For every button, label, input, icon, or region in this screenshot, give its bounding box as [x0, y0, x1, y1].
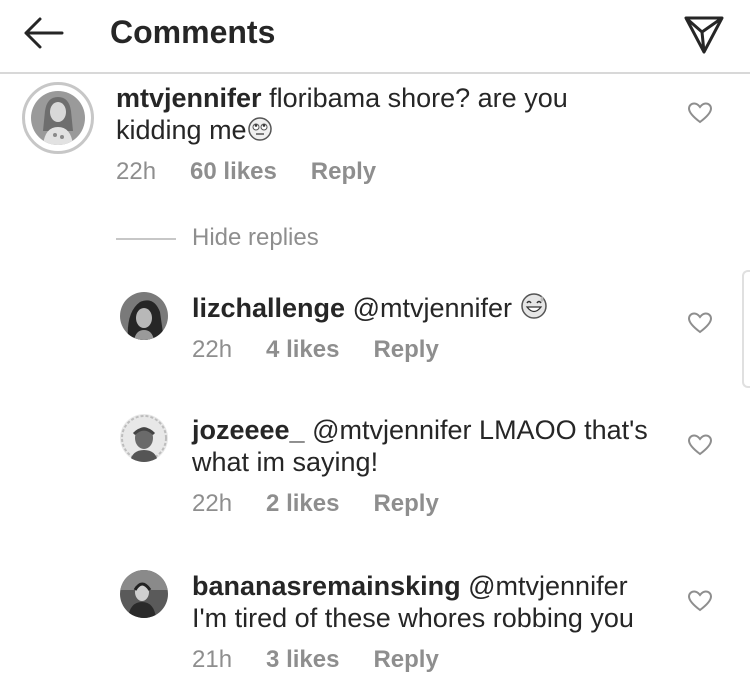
comment-username[interactable]: lizchallenge — [192, 293, 345, 323]
avatar[interactable] — [120, 414, 168, 462]
heart-outline-icon[interactable] — [688, 590, 712, 612]
comment-text: bananasremainsking @mtvjennifer I'm tire… — [192, 570, 672, 634]
comment-meta: 22h 60 likes Reply — [116, 158, 410, 186]
reply-button[interactable]: Reply — [311, 158, 376, 186]
comment-meta: 22h 2 likes Reply — [192, 490, 473, 518]
heart-outline-icon[interactable] — [688, 312, 712, 334]
comment-time: 22h — [116, 158, 157, 185]
likes-count[interactable]: 4 likes — [266, 336, 339, 364]
avatar[interactable] — [120, 292, 168, 340]
comment-time: 22h — [192, 490, 233, 517]
comment-body-line2: I'm tired of these whores robbing you — [192, 603, 634, 633]
hide-replies-toggle[interactable]: Hide replies — [116, 224, 319, 252]
comment-meta: 21h 3 likes Reply — [192, 646, 473, 674]
comment-text: jozeeee_ @mtvjennifer LMAOO that's what … — [192, 414, 672, 478]
avatar-image — [31, 91, 85, 145]
header-bar: Comments — [0, 0, 750, 74]
comment-username[interactable]: bananasremainsking — [192, 571, 461, 601]
scrollbar[interactable] — [742, 270, 750, 388]
reply-button[interactable]: Reply — [373, 336, 438, 364]
comment-body: @mtvjennifer LMAOO that's — [312, 415, 648, 445]
likes-count[interactable]: 3 likes — [266, 646, 339, 674]
comment-meta: 22h 4 likes Reply — [192, 336, 473, 364]
comment-body-line2: what im saying! — [192, 447, 379, 477]
comment-body: @mtvjennifer — [468, 571, 628, 601]
comment-text: lizchallenge @mtvjennifer — [192, 292, 662, 324]
avatar[interactable] — [22, 82, 94, 154]
hide-replies-label: Hide replies — [192, 224, 319, 251]
avatar[interactable] — [120, 570, 168, 618]
likes-count[interactable]: 60 likes — [190, 158, 277, 186]
heart-outline-icon[interactable] — [688, 434, 712, 456]
hide-replies-divider — [116, 237, 176, 240]
likes-count[interactable]: 2 likes — [266, 490, 339, 518]
comment-username[interactable]: mtvjennifer — [116, 83, 262, 113]
rolling-eyes-emoji-icon — [247, 117, 272, 141]
comment-text: mtvjennifer floribama shore? are you kid… — [116, 82, 656, 146]
grinning-sweat-emoji-icon — [520, 293, 547, 319]
heart-outline-icon[interactable] — [688, 102, 712, 124]
page-title: Comments — [110, 14, 276, 50]
back-arrow-icon[interactable] — [18, 12, 68, 54]
comment-body: @mtvjennifer — [352, 293, 513, 323]
reply-button[interactable]: Reply — [373, 490, 438, 518]
comment-time: 22h — [192, 336, 233, 363]
comment-username[interactable]: jozeeee_ — [192, 415, 305, 445]
direct-message-icon[interactable] — [680, 10, 728, 58]
reply-button[interactable]: Reply — [373, 646, 438, 674]
comment-time: 21h — [192, 646, 233, 673]
